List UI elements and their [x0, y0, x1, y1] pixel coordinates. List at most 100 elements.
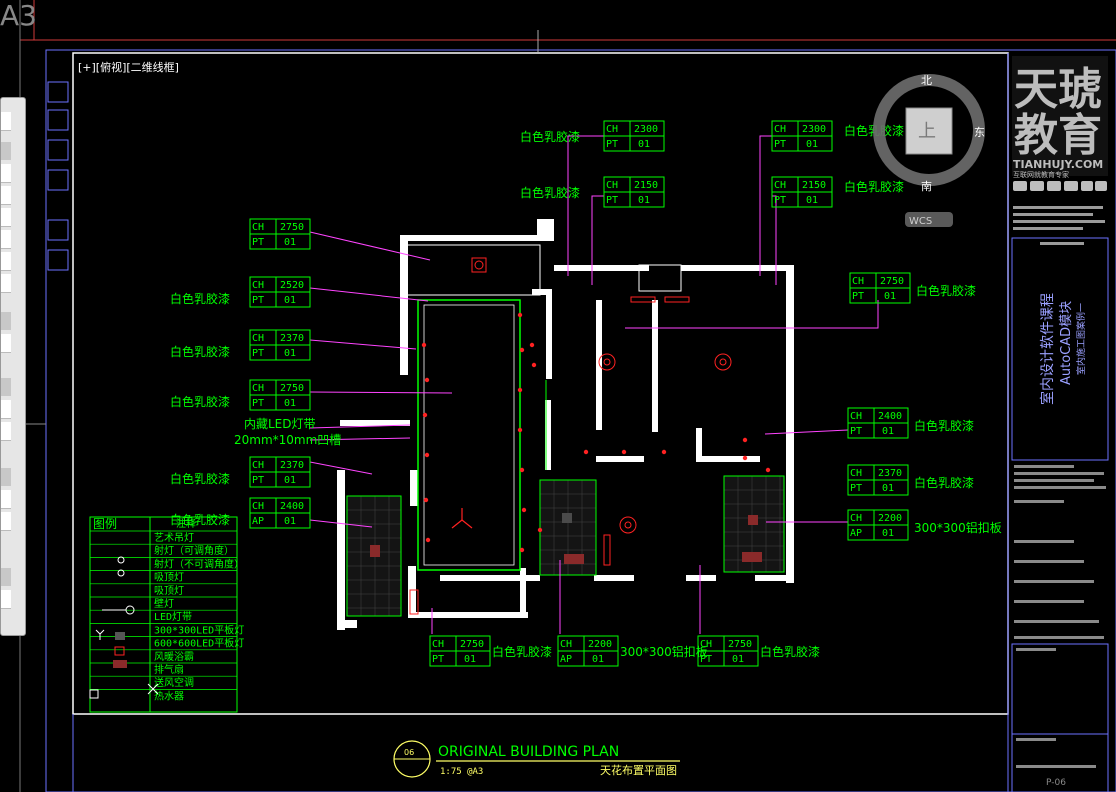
drawing-title: 06 ORIGINAL BUILDING PLAN 1:75 @A3 天花布置平…: [393, 740, 680, 778]
ceiling-tag[interactable]: CH 2750 PT 01 白色乳胶漆: [849, 272, 976, 304]
ceiling-tag-key: CH: [432, 639, 444, 650]
finish-note: 白色乳胶漆: [844, 179, 904, 194]
ceiling-tag-key: CH: [560, 639, 572, 650]
finish-code: PT: [850, 483, 862, 494]
ceiling-tag-key: CH: [852, 276, 864, 287]
ceiling-tag[interactable]: CH 2750 PT 01 白色乳胶漆: [697, 635, 820, 667]
finish-code: AP: [252, 516, 264, 527]
legend-item: 吸顶灯: [154, 585, 184, 597]
ceiling-tag[interactable]: CH 2400 PT 01 白色乳胶漆: [847, 407, 974, 439]
compass-east[interactable]: 东: [974, 126, 985, 139]
ceiling-height: 2150: [802, 180, 826, 191]
palette-slot[interactable]: [1, 490, 11, 509]
ceiling-tag[interactable]: CH 2370 PT 01 白色乳胶漆: [170, 456, 311, 488]
finish-index: 01: [284, 237, 296, 248]
drawing-scale: 1:75 @A3: [440, 767, 483, 777]
finish-index: 01: [882, 483, 894, 494]
ceiling-tag-key: CH: [252, 383, 264, 394]
finish-note: 白色乳胶漆: [170, 471, 230, 486]
ceiling-tag-key: CH: [252, 280, 264, 291]
ceiling-tag-key: CH: [700, 639, 712, 650]
finish-code: PT: [252, 237, 264, 248]
finish-code: PT: [606, 195, 618, 206]
sheet-number: P-06: [1046, 778, 1066, 788]
viewcube[interactable]: 上 北 东 南 WCS: [873, 74, 985, 227]
drawing-subtitle: 天花布置平面图: [600, 764, 677, 777]
palette-slot[interactable]: [1, 590, 11, 609]
palette-slot[interactable]: [1, 164, 11, 183]
legend-item: LED灯带: [154, 611, 192, 623]
palette-slot[interactable]: [1, 422, 11, 441]
legend: 艺术吊灯射灯（可调角度）射灯（不可调角度） 吸顶灯吸顶灯壁灯LED灯带300*30…: [89, 516, 244, 713]
palette-slot[interactable]: [1, 312, 11, 330]
palette-slot[interactable]: [1, 512, 11, 531]
ceiling-height: 2750: [880, 276, 904, 287]
cad-drawing-canvas[interactable]: A3 [+][俯视][二维线框] CH 2300PT 01白色乳胶漆CH 215…: [0, 0, 1116, 792]
finish-note: 300*300铝扣板: [620, 644, 708, 659]
legend-item: 风暖浴霸: [154, 650, 194, 663]
palette-slot[interactable]: [1, 468, 11, 486]
ceiling-tag-key: CH: [252, 501, 264, 512]
finish-code: AP: [560, 654, 572, 665]
course-case: 室内施工图案例一: [1075, 303, 1087, 375]
legend-item: 壁灯: [154, 597, 174, 610]
left-edge-markers: [47, 81, 69, 271]
brand-site: TIANHUJY.COM: [1013, 158, 1103, 171]
finish-index: 01: [806, 139, 818, 150]
ceiling-height: 2370: [280, 333, 304, 344]
ceiling-tag[interactable]: CH 2750 PT 01: [249, 218, 311, 250]
legend-item: 艺术吊灯: [154, 532, 194, 544]
finish-index: 01: [806, 195, 818, 206]
tool-palette[interactable]: [0, 97, 26, 636]
ceiling-tag[interactable]: CH 2200 AP 01 300*300铝扣板: [557, 635, 708, 667]
finish-note: 白色乳胶漆: [916, 283, 976, 298]
ceiling-height: 2300: [802, 124, 826, 135]
finish-index: 01: [284, 475, 296, 486]
legend-item: 吸顶灯: [154, 572, 184, 584]
palette-slot[interactable]: [1, 186, 11, 205]
finish-index: 01: [284, 398, 296, 409]
legend-item: 热水器: [154, 689, 184, 702]
ceiling-tag[interactable]: CH 2370 PT 01 白色乳胶漆: [170, 329, 311, 361]
ceiling-height: 2150: [634, 180, 658, 191]
finish-code: PT: [252, 475, 264, 486]
finish-code: PT: [774, 195, 786, 206]
led-strip-note: 内藏LED灯带: [244, 417, 316, 431]
ceiling-tag[interactable]: CH 2200 AP 01 300*300铝扣板: [847, 509, 1002, 541]
palette-slot[interactable]: [1, 378, 11, 396]
ceiling-tag[interactable]: CH 2370 PT 01 白色乳胶漆: [847, 464, 974, 496]
legend-item: 600*600LED平板灯: [154, 637, 244, 650]
ceiling-tag[interactable]: CH 2750 PT 01 白色乳胶漆: [429, 635, 552, 667]
compass-north[interactable]: 北: [921, 74, 932, 87]
palette-slot[interactable]: [1, 112, 11, 131]
palette-slot[interactable]: [1, 400, 11, 419]
palette-slot[interactable]: [1, 208, 11, 227]
ceiling-tag-key: CH: [252, 460, 264, 471]
finish-index: 01: [464, 654, 476, 665]
legend-item: 送风空调: [154, 676, 194, 689]
compass-south[interactable]: 南: [921, 180, 932, 193]
finish-note: 白色乳胶漆: [914, 475, 974, 490]
course-title: 室内设计软件课程: [1039, 293, 1056, 405]
palette-slot[interactable]: [1, 334, 11, 353]
course-module: AutoCAD模块: [1059, 301, 1074, 385]
finish-note: 白色乳胶漆: [520, 185, 580, 200]
ceiling-tag[interactable]: CH 2150 PT 01 白色乳胶漆: [771, 176, 904, 208]
ceiling-tag[interactable]: CH 2520 PT 01 白色乳胶漆: [170, 276, 311, 308]
ceiling-height: 2300: [634, 124, 658, 135]
palette-slot[interactable]: [1, 252, 11, 271]
finish-note: 白色乳胶漆: [492, 644, 552, 659]
title-block-right: 天琥 教育 TIANHUJY.COM 互联网就教育专家 室内设计软件课程 Aut…: [1011, 56, 1109, 792]
viewport-label[interactable]: [+][俯视][二维线框]: [78, 60, 179, 74]
legend-item: 射灯（可调角度）: [154, 544, 234, 557]
palette-slot[interactable]: [1, 142, 11, 160]
palette-slot[interactable]: [1, 568, 11, 586]
palette-slot[interactable]: [1, 230, 11, 249]
ceiling-tag-key: CH: [850, 468, 862, 479]
finish-note: 白色乳胶漆: [170, 291, 230, 306]
viewcube-top-face[interactable]: 上: [918, 121, 936, 142]
finish-code: PT: [606, 139, 618, 150]
palette-slot[interactable]: [1, 274, 11, 293]
ceiling-tag[interactable]: CH 2750 PT 01 白色乳胶漆: [170, 379, 311, 411]
finish-note: 白色乳胶漆: [760, 644, 820, 659]
